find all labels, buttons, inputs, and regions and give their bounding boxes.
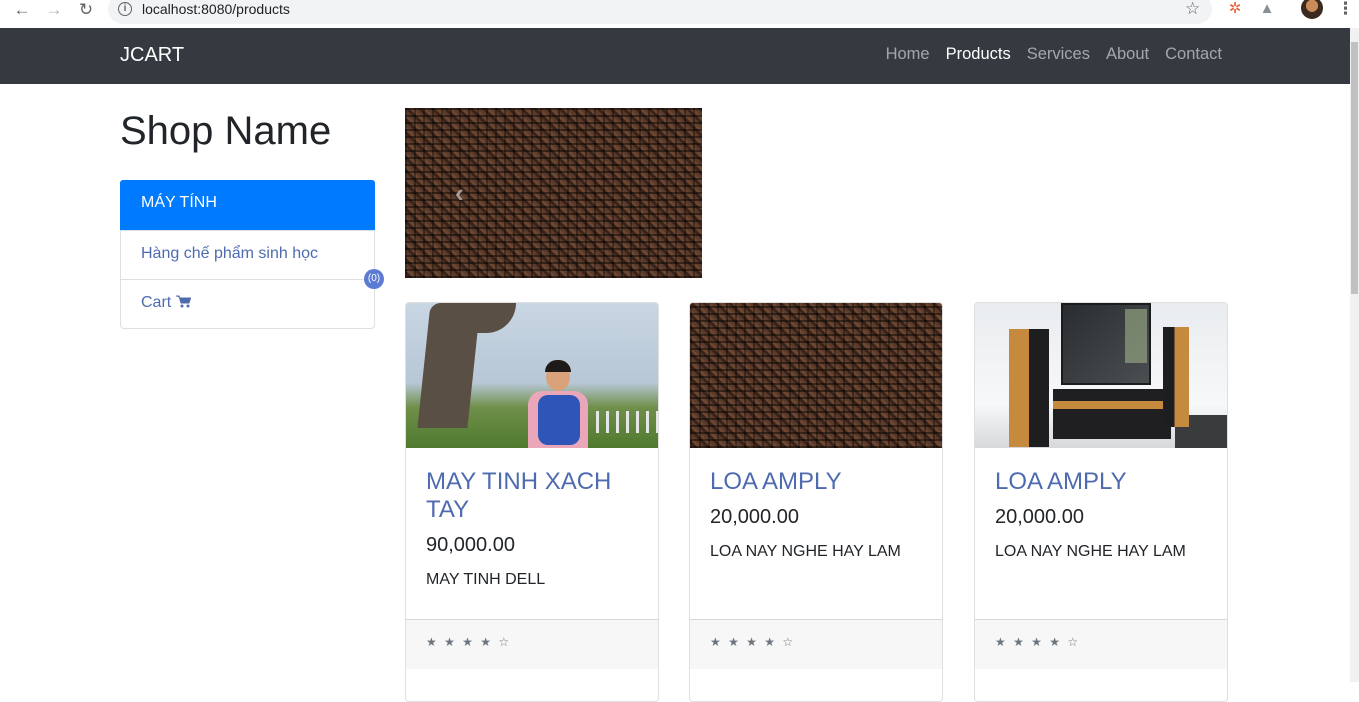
- product-title-link[interactable]: LOA AMPLY: [710, 468, 922, 496]
- brand-logo[interactable]: JCART: [120, 44, 184, 67]
- cabinet-stripe: [1053, 401, 1171, 409]
- tv-reflection: [1125, 309, 1147, 363]
- reload-icon[interactable]: ↻: [74, 0, 98, 20]
- extension-drive-icon[interactable]: ▲: [1258, 0, 1276, 18]
- nav-link-home[interactable]: Home: [886, 45, 930, 64]
- browser-toolbar: ← → ↻ i localhost:8080/products ☆ ✲ ▲ ⋮: [0, 0, 1359, 28]
- product-rating: ★ ★ ★ ★ ☆: [975, 619, 1227, 669]
- bookmark-star-icon[interactable]: ☆: [1185, 0, 1200, 19]
- tree-branch: [456, 303, 516, 333]
- product-image[interactable]: [975, 303, 1227, 448]
- product-image[interactable]: [406, 303, 658, 448]
- person-hair: [545, 360, 571, 372]
- product-description: LOA NAY NGHE HAY LAM: [710, 543, 901, 560]
- card-body: MAY TINH XACH TAY 90,000.00 MAY TINH DEL…: [406, 448, 658, 609]
- product-price: 90,000.00: [426, 534, 515, 556]
- category-item-hang-che-pham[interactable]: Hàng chế phẩm sinh học: [121, 230, 374, 279]
- product-card: LOA AMPLY 20,000.00 LOA NAY NGHE HAY LAM…: [974, 302, 1228, 702]
- carousel-image: [405, 108, 702, 278]
- card-body: LOA AMPLY 20,000.00 LOA NAY NGHE HAY LAM: [975, 448, 1227, 581]
- back-arrow-icon[interactable]: ←: [10, 0, 34, 20]
- cart-link[interactable]: Cart: [121, 279, 374, 328]
- shop-title: Shop Name: [120, 109, 332, 153]
- product-price: 20,000.00: [710, 506, 799, 528]
- product-card: MAY TINH XACH TAY 90,000.00 MAY TINH DEL…: [405, 302, 659, 702]
- product-card: LOA AMPLY 20,000.00 LOA NAY NGHE HAY LAM…: [689, 302, 943, 702]
- product-rating: ★ ★ ★ ★ ☆: [406, 619, 658, 669]
- forward-arrow-icon[interactable]: →: [42, 0, 66, 20]
- speaker-right: [1163, 327, 1189, 427]
- nav-link-contact[interactable]: Contact: [1165, 45, 1222, 64]
- product-rating: ★ ★ ★ ★ ☆: [690, 619, 942, 669]
- category-item-may-tinh[interactable]: MÁY TÍNH: [120, 180, 375, 230]
- nav-link-services[interactable]: Services: [1027, 45, 1090, 64]
- page-scrollbar-thumb[interactable]: [1351, 42, 1358, 294]
- url-text[interactable]: localhost:8080/products: [142, 1, 290, 17]
- top-navbar: JCART Home Products Services About Conta…: [0, 28, 1350, 84]
- product-price: 20,000.00: [995, 506, 1084, 528]
- cart-count-badge: (0): [364, 269, 384, 289]
- product-description: MAY TINH DELL: [426, 571, 546, 588]
- profile-avatar[interactable]: [1301, 0, 1323, 19]
- speaker-left: [1009, 329, 1049, 447]
- nav-links: Home Products Services About Contact: [886, 45, 1222, 64]
- category-list: MÁY TÍNH Hàng chế phẩm sinh học Cart: [120, 180, 375, 329]
- browser-menu-icon[interactable]: ⋮: [1337, 0, 1354, 19]
- product-title-link[interactable]: MAY TINH XACH TAY: [426, 468, 638, 524]
- nav-link-about[interactable]: About: [1106, 45, 1149, 64]
- product-title-link[interactable]: LOA AMPLY: [995, 468, 1207, 496]
- cart-label: Cart: [141, 294, 172, 311]
- tv-cabinet: [1053, 389, 1171, 439]
- nav-link-products[interactable]: Products: [946, 45, 1011, 64]
- card-body: LOA AMPLY 20,000.00 LOA NAY NGHE HAY LAM: [690, 448, 942, 581]
- product-carousel: [405, 108, 702, 278]
- extension-hubspot-icon[interactable]: ✲: [1226, 0, 1244, 18]
- carousel-prev-icon[interactable]: ‹: [455, 178, 464, 209]
- info-icon[interactable]: i: [118, 2, 132, 16]
- product-image[interactable]: [690, 303, 942, 448]
- backpack: [538, 395, 580, 445]
- product-description: LOA NAY NGHE HAY LAM: [995, 543, 1186, 560]
- cart-icon: [175, 294, 191, 311]
- fence: [596, 411, 658, 433]
